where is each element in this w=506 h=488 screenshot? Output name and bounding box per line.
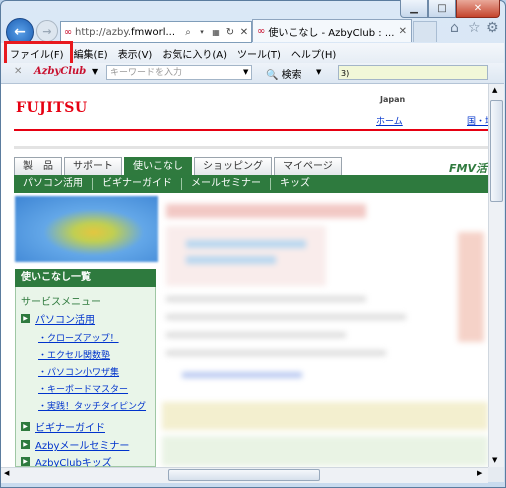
sidebar-item-mail[interactable]: ▶ Azbyメールセミナー (21, 437, 129, 452)
subnav-kids[interactable]: キッズ (271, 178, 319, 190)
arrow-right-icon: → (42, 24, 52, 38)
arrow-square-icon: ▶ (21, 440, 30, 449)
sidebar-item-label[interactable]: パソコン活用 (35, 311, 95, 326)
home-icon[interactable]: ⌂ (450, 20, 459, 36)
minimize-button[interactable]: ▁ (400, 0, 428, 18)
sub-navigation: パソコン活用 ビギナーガイド メールセミナー キッズ (14, 175, 488, 193)
sidebar-subitem[interactable]: ・エクセル関数塾 (38, 348, 110, 361)
region-label: Japan (380, 95, 406, 104)
subnav-pc[interactable]: パソコン活用 (14, 178, 93, 190)
secondary-input[interactable]: 3) (338, 65, 488, 80)
keyword-search-input[interactable]: キーワードを入力 (106, 65, 252, 80)
new-tab-button[interactable] (413, 21, 437, 42)
sidebar-item-label[interactable]: ビギナーガイド (35, 419, 105, 434)
menu-favorites[interactable]: お気に入り(A) (157, 46, 232, 61)
sidebar-item-label[interactable]: Azbyメールセミナー (35, 437, 129, 452)
close-button[interactable]: ✕ (456, 0, 500, 18)
scroll-left-icon[interactable]: ◀ (4, 469, 9, 477)
menu-help[interactable]: ヘルプ(H) (286, 46, 341, 61)
arrow-left-icon: ← (14, 24, 26, 40)
menu-view[interactable]: 表示(V) (113, 46, 158, 61)
gear-icon[interactable]: ⚙ (486, 20, 499, 36)
tab-title: 使いこなし - AzbyClub : ... (268, 27, 395, 39)
search-button[interactable]: 🔍 検索 (266, 66, 302, 81)
gray-divider (14, 146, 488, 149)
search-icon[interactable]: ⌕ (181, 27, 195, 38)
home-link[interactable]: ホーム (376, 114, 403, 127)
promo-banner[interactable] (15, 196, 158, 262)
compat-icon[interactable]: ▦ (209, 28, 223, 37)
sidebar-subitem[interactable]: ・実践！タッチタイピング (38, 399, 146, 412)
arrow-square-icon: ▶ (21, 422, 30, 431)
refresh-icon[interactable]: ↻ (223, 27, 237, 38)
address-text[interactable]: http://azby.fmworl... (75, 27, 181, 38)
fmv-brand: FMV活 (449, 162, 487, 175)
site-tabs: 製 品 サポート 使いこなし ショッピング マイページ (14, 157, 342, 175)
site-favicon-icon: ∞ (257, 25, 266, 37)
scroll-corner (488, 467, 504, 482)
menu-edit[interactable]: 編集(E) (69, 46, 113, 61)
subnav-mail[interactable]: メールセミナー (182, 178, 271, 190)
sidebar-subitem[interactable]: ・キーボードマスター (38, 382, 128, 395)
tab-support[interactable]: サポート (64, 157, 122, 175)
chevron-down-icon[interactable]: ▼ (92, 67, 98, 76)
scroll-up-icon[interactable]: ▲ (492, 86, 497, 94)
forward-button[interactable]: → (36, 20, 58, 42)
menu-bar: ファイル(F) 編集(E) 表示(V) お気に入り(A) ツール(T) ヘルプ(… (1, 43, 504, 63)
arrow-square-icon: ▶ (21, 457, 30, 466)
tab-mypage[interactable]: マイページ (274, 157, 342, 175)
vertical-scroll-thumb[interactable] (490, 100, 503, 202)
site-favicon-icon: ∞ (63, 26, 73, 38)
scroll-right-icon[interactable]: ▶ (477, 469, 482, 477)
sidebar-subitem[interactable]: ・パソコン小ワザ集 (38, 365, 119, 378)
tab-shopping[interactable]: ショッピング (194, 157, 272, 175)
tab-usage[interactable]: 使いこなし (124, 157, 192, 175)
fujitsu-logo[interactable]: FUJITSU (16, 100, 88, 116)
arrow-square-icon: ▶ (21, 314, 30, 323)
scroll-down-icon[interactable]: ▼ (492, 456, 497, 464)
horizontal-scroll-thumb[interactable] (168, 469, 320, 481)
stop-icon[interactable]: ✕ (237, 27, 251, 38)
azby-logo[interactable]: AzbyClub (34, 66, 86, 77)
sidebar-item-beginner[interactable]: ▶ ビギナーガイド (21, 419, 105, 434)
address-bar[interactable]: ∞ http://azby.fmworl... ⌕ ▾ ▦ ↻ ✕ (60, 21, 252, 43)
star-icon[interactable]: ☆ (468, 20, 481, 36)
menu-tools[interactable]: ツール(T) (232, 46, 286, 61)
sidebar-heading: 使いこなし一覧 (15, 269, 156, 287)
chevron-down-icon[interactable]: ▼ (243, 68, 248, 76)
tab-close-icon[interactable]: ✕ (399, 26, 407, 37)
tab-products[interactable]: 製 品 (14, 157, 62, 175)
dropdown-icon[interactable]: ▾ (195, 28, 209, 36)
service-menu-label: サービスメニュー (21, 297, 101, 308)
chevron-down-icon[interactable]: ▼ (316, 68, 321, 76)
close-toolbar-icon[interactable]: ✕ (14, 66, 22, 77)
magnifier-icon: 🔍 (266, 70, 279, 81)
header-divider (14, 129, 488, 131)
maximize-button[interactable]: □ (428, 0, 456, 18)
subnav-beginner[interactable]: ビギナーガイド (93, 178, 182, 190)
sidebar-item-pc[interactable]: ▶ パソコン活用 (21, 311, 95, 326)
tab-active[interactable]: ∞ 使いこなし - AzbyClub : ... ✕ (252, 19, 412, 42)
blurred-main-content (162, 196, 488, 467)
sidebar-subitem[interactable]: ・クローズアップ！ (38, 331, 119, 344)
window-controls: ▁ □ ✕ (400, 0, 500, 18)
